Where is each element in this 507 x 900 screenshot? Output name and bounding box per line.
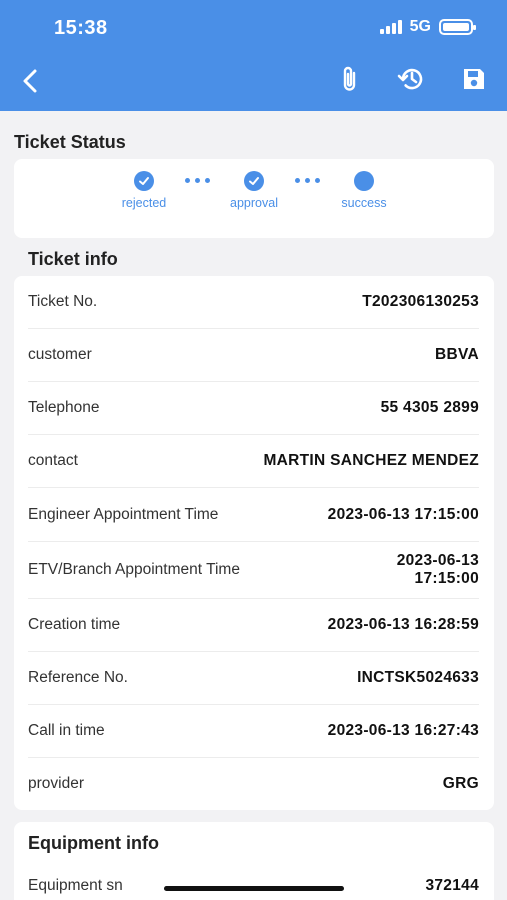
row-value: 2023-06-13 16:27:43	[327, 722, 479, 739]
row-key: customer	[28, 346, 92, 363]
network-label: 5G	[409, 18, 431, 35]
toolbar-actions	[335, 64, 489, 94]
info-row-branch-appointment: ETV/Branch Appointment Time 2023-06-13 1…	[28, 542, 479, 599]
row-value[interactable]: 55 4305 2899	[381, 399, 479, 417]
row-value: 2023-06-13 16:28:59	[327, 616, 479, 633]
step-rejected: rejected	[104, 171, 184, 210]
top-app-bar: 15:38 5G	[0, 0, 507, 111]
step-connector	[185, 178, 210, 183]
paperclip-icon[interactable]	[335, 64, 365, 94]
history-icon[interactable]	[397, 64, 427, 94]
step-label: rejected	[121, 196, 167, 210]
row-value: GRG	[442, 775, 479, 792]
home-indicator[interactable]	[164, 886, 344, 891]
step-approval: approval	[214, 171, 294, 210]
status-time: 15:38	[54, 17, 108, 39]
check-icon	[244, 171, 264, 191]
signal-icon	[379, 20, 402, 34]
step-label: success	[341, 196, 387, 210]
row-key: Creation time	[28, 616, 121, 633]
step-success: success	[324, 171, 404, 210]
current-step-dot	[354, 171, 374, 191]
row-key: Telephone	[28, 399, 100, 416]
row-key: contact	[28, 452, 78, 469]
ticket-status-card: rejected approval success	[14, 159, 494, 238]
step-connector	[295, 178, 320, 183]
info-row-ticket-no: Ticket No. T202306130253	[28, 276, 479, 329]
check-icon	[134, 171, 154, 191]
row-key: Equipment sn	[28, 877, 123, 894]
info-row-provider: provider GRG	[28, 758, 479, 810]
info-row-call-in-time: Call in time 2023-06-13 16:27:43	[28, 705, 479, 758]
back-icon[interactable]	[18, 66, 46, 96]
step-label: approval	[230, 196, 278, 210]
row-key: provider	[28, 775, 84, 792]
row-value: 2023-06-13 17:15:00	[396, 552, 479, 587]
row-value: BBVA	[435, 346, 479, 363]
row-key: Ticket No.	[28, 293, 98, 310]
row-value: 2023-06-13 17:15:00	[327, 505, 479, 523]
info-row-contact: contact MARTIN SANCHEZ MENDEZ	[28, 435, 479, 488]
ticket-info-title: Ticket info	[28, 249, 118, 269]
row-key: Call in time	[28, 722, 105, 739]
info-row-customer: customer BBVA	[28, 329, 479, 382]
row-value: T202306130253	[362, 293, 479, 310]
info-row-telephone: Telephone 55 4305 2899	[28, 382, 479, 435]
row-value: INCTSK5024633	[357, 669, 479, 686]
ticket-status-title: Ticket Status	[14, 132, 126, 152]
row-value: 372144	[425, 877, 479, 894]
row-key: Reference No.	[28, 669, 128, 686]
info-row-reference-no: Reference No. INCTSK5024633	[28, 652, 479, 705]
row-value: MARTIN SANCHEZ MENDEZ	[263, 452, 479, 469]
battery-icon	[439, 19, 476, 35]
save-icon[interactable]	[459, 64, 489, 94]
row-key: Engineer Appointment Time	[28, 505, 219, 523]
status-indicators: 5G	[379, 18, 476, 36]
info-row-creation-time: Creation time 2023-06-13 16:28:59	[28, 599, 479, 652]
row-key: ETV/Branch Appointment Time	[28, 561, 240, 578]
equipment-info-title: Equipment info	[28, 833, 159, 853]
info-row-engineer-appointment: Engineer Appointment Time 2023-06-13 17:…	[28, 488, 479, 542]
ticket-info-card: Ticket No. T202306130253 customer BBVA T…	[14, 276, 494, 810]
